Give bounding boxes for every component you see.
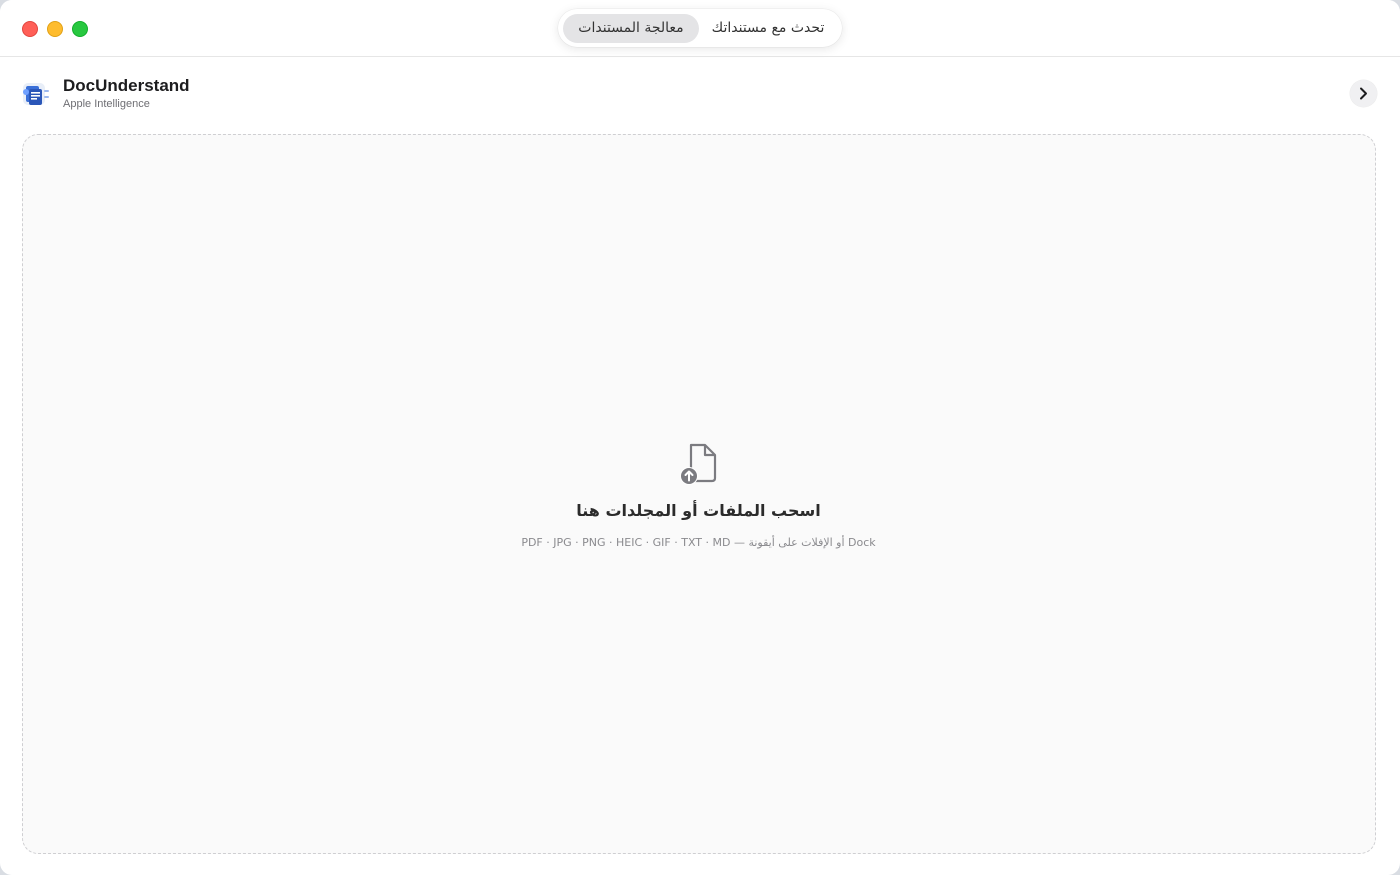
document-upload-icon (680, 443, 717, 485)
supported-formats-text: PDF · JPG · PNG · HEIC · GIF · TXT · MD … (521, 536, 876, 549)
close-window-button[interactable] (22, 21, 38, 37)
app-window: معالجة المستندات تحدث مع مستنداتك DocUnd… (0, 0, 1400, 875)
tab-process-documents[interactable]: معالجة المستندات (563, 14, 699, 43)
drop-zone-title: اسحب الملفات أو المجلدات هنا (576, 501, 821, 520)
mode-segmented-control: معالجة المستندات تحدث مع مستنداتك (558, 9, 842, 47)
tab-chat-documents[interactable]: تحدث مع مستنداتك (702, 14, 834, 43)
chevron-right-icon (1360, 87, 1367, 100)
title-bar[interactable]: معالجة المستندات تحدث مع مستنداتك (0, 0, 1400, 57)
forward-button[interactable] (1350, 80, 1377, 107)
app-subtitle: Apple Intelligence (63, 98, 150, 110)
minimize-window-button[interactable] (47, 21, 63, 37)
file-drop-zone[interactable]: اسحب الملفات أو المجلدات هنا PDF · JPG ·… (22, 134, 1376, 854)
maximize-window-button[interactable] (72, 21, 88, 37)
app-name: DocUnderstand (63, 76, 190, 95)
app-logo-icon (23, 83, 49, 105)
